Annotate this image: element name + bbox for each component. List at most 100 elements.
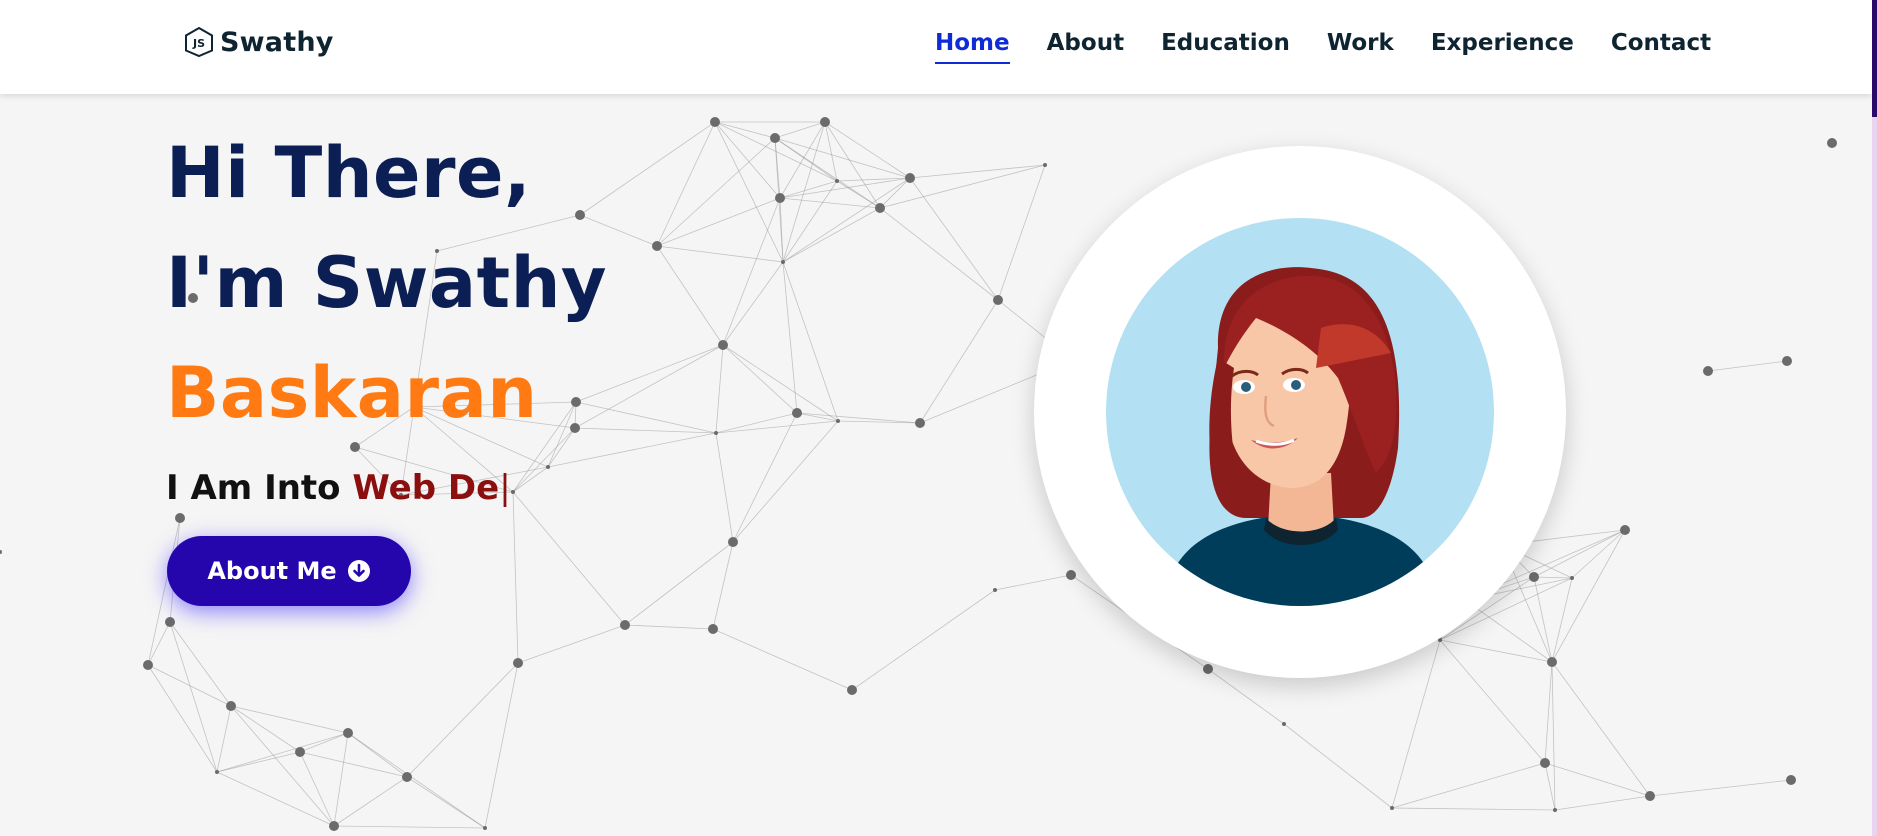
network-link	[1707, 360, 1788, 372]
network-link	[879, 177, 911, 209]
page: JS Swathy Home About Education Work Expe…	[0, 0, 1877, 836]
network-node	[905, 173, 915, 183]
network-node	[710, 117, 720, 127]
network-node	[215, 770, 219, 774]
network-node	[175, 513, 185, 523]
network-node	[483, 826, 487, 830]
network-link	[782, 207, 881, 263]
network-link	[732, 412, 798, 543]
nav-link-contact[interactable]: Contact	[1611, 30, 1711, 64]
network-node	[1540, 758, 1550, 768]
network-link	[230, 705, 349, 734]
network-node	[836, 419, 840, 423]
network-node	[620, 620, 630, 630]
nav-link-work[interactable]: Work	[1327, 30, 1394, 64]
network-link	[1544, 661, 1553, 764]
hero-name-last: Baskaran	[166, 352, 538, 434]
network-link	[1571, 529, 1626, 579]
network-link	[512, 491, 519, 664]
network-node	[1282, 722, 1286, 726]
network-node	[1547, 657, 1557, 667]
network-link	[299, 751, 335, 827]
network-link	[624, 624, 714, 630]
network-node	[775, 193, 785, 203]
network-link	[230, 705, 301, 753]
network-link	[517, 624, 626, 664]
network-link	[484, 662, 519, 829]
network-link	[230, 705, 335, 827]
network-link	[732, 420, 839, 543]
nav-link-experience[interactable]: Experience	[1431, 30, 1574, 64]
network-link	[1544, 762, 1556, 811]
page-scrollbar[interactable]	[1872, 0, 1877, 836]
network-link	[712, 628, 853, 691]
network-link	[1391, 762, 1546, 809]
hero-name-first: I'm Swathy	[166, 242, 608, 324]
network-link	[1533, 529, 1626, 578]
network-link	[1551, 577, 1573, 663]
network-link	[774, 137, 838, 182]
network-link	[715, 344, 724, 434]
network-node	[1043, 163, 1047, 167]
network-link	[1551, 661, 1556, 811]
typing-value: Web De	[352, 468, 500, 508]
network-link	[1533, 576, 1553, 663]
typing-cursor: |	[499, 468, 511, 508]
network-link	[722, 197, 781, 346]
about-me-button[interactable]: About Me	[167, 536, 411, 606]
network-link	[656, 121, 716, 247]
hero-greeting: Hi There,	[166, 132, 532, 214]
network-link	[714, 121, 781, 199]
nav-link-education[interactable]: Education	[1161, 30, 1290, 64]
network-node	[1786, 775, 1796, 785]
network-link	[1439, 639, 1546, 764]
network-link	[722, 344, 839, 422]
network-node	[993, 295, 1003, 305]
network-link	[1283, 723, 1393, 809]
network-link	[1391, 807, 1556, 811]
network-node	[652, 241, 662, 251]
network-link	[879, 207, 999, 301]
network-link	[782, 177, 911, 263]
arrow-down-circle-icon	[347, 560, 370, 582]
network-link	[1439, 639, 1553, 663]
network-link	[333, 776, 408, 827]
network-link	[406, 776, 486, 829]
network-link	[216, 771, 335, 827]
nav-link-about[interactable]: About	[1047, 30, 1124, 64]
nodejs-icon: JS	[185, 26, 213, 58]
network-link	[824, 121, 881, 209]
network-link	[299, 751, 408, 778]
typing-tagline: I Am Into Web De|	[166, 468, 607, 508]
network-link	[656, 245, 784, 263]
network-link	[779, 197, 881, 209]
network-link	[824, 121, 911, 179]
network-link	[909, 164, 1046, 179]
network-node	[714, 431, 718, 435]
network-link	[147, 664, 232, 707]
network-node	[165, 617, 175, 627]
network-node	[402, 772, 412, 782]
network-link	[1544, 762, 1651, 797]
typing-prefix: I Am Into	[166, 468, 353, 508]
brand-logo[interactable]: JS Swathy	[184, 26, 334, 58]
network-node	[0, 550, 2, 554]
network-node	[329, 821, 339, 831]
network-node	[1529, 572, 1539, 582]
network-node	[513, 658, 523, 668]
network-link	[782, 261, 839, 422]
network-link	[406, 662, 519, 778]
network-link	[714, 121, 784, 263]
nav-link-home[interactable]: Home	[935, 30, 1010, 64]
network-link	[715, 432, 734, 543]
network-link	[779, 197, 784, 263]
network-node	[1645, 791, 1655, 801]
network-node	[781, 260, 785, 264]
network-node	[1827, 138, 1837, 148]
network-node	[1620, 525, 1630, 535]
network-node	[1066, 570, 1076, 580]
network-link	[919, 299, 999, 424]
network-link	[147, 664, 218, 773]
network-node	[728, 537, 738, 547]
network-node	[770, 133, 780, 143]
